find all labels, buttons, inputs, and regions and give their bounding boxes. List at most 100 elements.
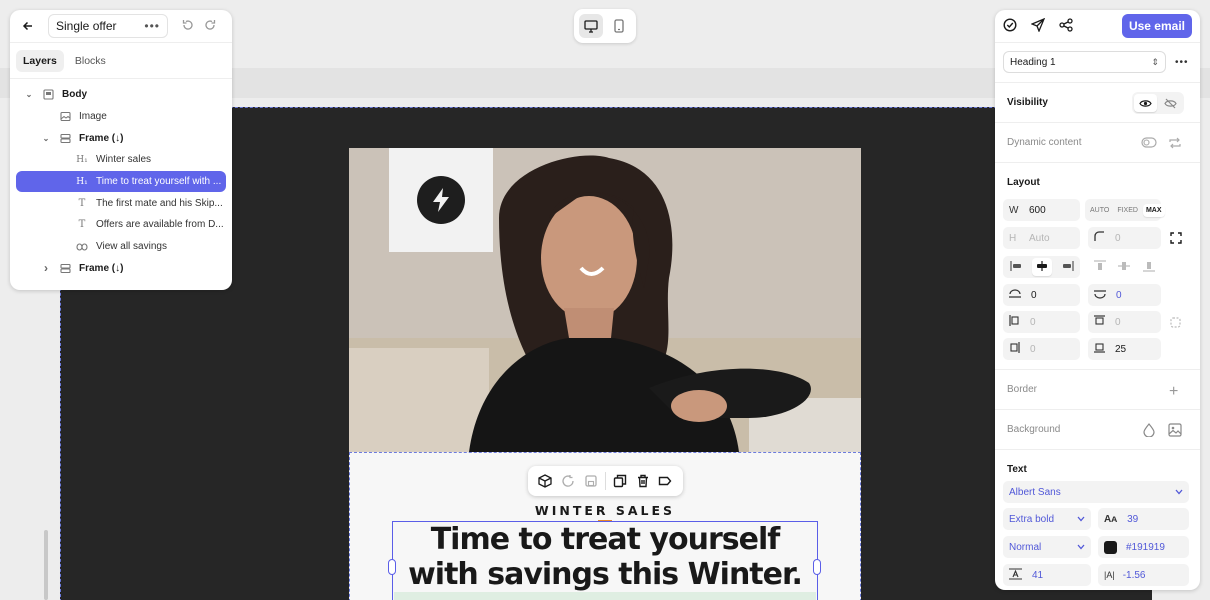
- width-value: 600: [1029, 204, 1046, 216]
- background-label: Background: [1007, 424, 1061, 435]
- width-field[interactable]: W 600: [1003, 199, 1080, 221]
- corner-radius-value: 0: [1115, 232, 1121, 244]
- corner-radius-field[interactable]: 0: [1088, 227, 1161, 249]
- margin-bottom-value: 25: [1115, 343, 1127, 355]
- margin-top-field[interactable]: 0: [1088, 311, 1161, 333]
- layer-label: Image: [79, 111, 107, 123]
- margin-left-value: 0: [1030, 316, 1036, 328]
- line-height-field[interactable]: 41: [1003, 564, 1091, 586]
- image-icon[interactable]: [1168, 423, 1182, 437]
- margin-right-field[interactable]: 0: [1003, 338, 1080, 360]
- margin-left-field[interactable]: 0: [1003, 311, 1080, 333]
- font-size-value: 39: [1127, 513, 1139, 525]
- font-family-select[interactable]: Albert Sans: [1003, 481, 1189, 503]
- refresh-icon[interactable]: [559, 472, 577, 490]
- font-style-select[interactable]: Normal: [1003, 536, 1091, 558]
- height-value: Auto: [1029, 232, 1050, 244]
- align-left-icon[interactable]: [1007, 258, 1027, 276]
- desktop-view-button[interactable]: [579, 14, 603, 38]
- undo-icon[interactable]: [182, 19, 194, 34]
- mobile-view-button[interactable]: [607, 14, 631, 38]
- gap-field[interactable]: 0: [1088, 284, 1161, 306]
- lightning-logo-icon: [417, 176, 465, 224]
- element-type-select[interactable]: Heading 1 ⇕: [1003, 51, 1166, 73]
- text-color-swatch[interactable]: [1104, 540, 1117, 554]
- back-button[interactable]: [16, 14, 40, 38]
- eyebrow-text[interactable]: WINTER SALES: [349, 503, 861, 518]
- layer-item[interactable]: H₁ Time to treat yourself with ...: [16, 170, 226, 193]
- layer-label: Frame (↓): [79, 262, 124, 274]
- add-border-icon[interactable]: +: [1169, 383, 1178, 401]
- eye-icon[interactable]: [1134, 94, 1157, 112]
- label-tag-icon[interactable]: [656, 472, 674, 490]
- resize-handle-right[interactable]: [813, 559, 821, 575]
- visibility-toggle: [1132, 92, 1184, 114]
- element-type-value: Heading 1: [1010, 56, 1056, 68]
- more-icon[interactable]: •••: [144, 19, 160, 33]
- tab-blocks[interactable]: Blocks: [68, 50, 113, 72]
- stack-icon: [59, 262, 71, 274]
- padding-top-value: 0: [1031, 289, 1037, 301]
- repeat-icon[interactable]: [1168, 136, 1182, 150]
- use-email-button[interactable]: Use email: [1121, 14, 1192, 38]
- layer-item[interactable]: H₁ Winter sales: [10, 149, 232, 171]
- align-right-icon[interactable]: [1057, 258, 1077, 276]
- cube-icon[interactable]: [536, 472, 554, 490]
- layer-item[interactable]: ⌄ Frame (↓): [10, 127, 232, 149]
- chevron-down-icon[interactable]: ⌄: [24, 90, 34, 99]
- height-field[interactable]: H Auto: [1003, 227, 1080, 249]
- width-mode-fixed[interactable]: FIXED: [1114, 204, 1141, 217]
- more-options-icon[interactable]: •••: [1175, 57, 1189, 68]
- duplicate-icon[interactable]: [611, 472, 629, 490]
- layer-item[interactable]: › Frame (↓): [10, 258, 232, 280]
- resize-handle-left[interactable]: [388, 559, 396, 575]
- save-icon[interactable]: [582, 472, 600, 490]
- font-size-field[interactable]: Aᴀ 39: [1098, 508, 1189, 530]
- letter-spacing-field[interactable]: |A| -1.56: [1098, 564, 1189, 586]
- send-icon[interactable]: [1030, 17, 1046, 35]
- font-weight-value: Extra bold: [1009, 513, 1055, 525]
- canvas-scrollbar[interactable]: [44, 530, 48, 600]
- align-middle-icon[interactable]: [1118, 260, 1131, 275]
- padding-top-icon: [1009, 288, 1021, 302]
- layer-label: The first mate and his Skip...: [96, 197, 223, 209]
- color-drop-icon[interactable]: [1143, 423, 1155, 437]
- share-icon[interactable]: [1059, 17, 1073, 35]
- layer-item[interactable]: View all savings: [10, 236, 232, 258]
- chevron-right-icon[interactable]: ›: [41, 261, 51, 275]
- layer-label: Body: [62, 89, 87, 101]
- padding-top-field[interactable]: 0: [1003, 284, 1080, 306]
- layer-item[interactable]: T The first mate and his Skip...: [10, 192, 232, 214]
- layer-item[interactable]: ⌄ Body: [10, 84, 232, 106]
- updown-chevron-icon: ⇕: [1151, 56, 1159, 67]
- layer-item[interactable]: Image: [10, 106, 232, 128]
- layers-panel-header: Single offer •••: [10, 10, 232, 43]
- heading-icon: H₁: [76, 176, 88, 187]
- text-color-field[interactable]: #191919: [1098, 536, 1189, 558]
- margin-bottom-field[interactable]: 25: [1088, 338, 1161, 360]
- chevron-down-icon[interactable]: ⌄: [41, 134, 51, 143]
- document-name: Single offer: [56, 19, 117, 33]
- width-mode-auto[interactable]: AUTO: [1087, 204, 1112, 217]
- email-heading[interactable]: Time to treat yourself with savings this…: [392, 522, 818, 592]
- trash-icon[interactable]: [634, 472, 652, 490]
- layer-label: Frame (↓): [79, 132, 124, 144]
- padding-expand-icon[interactable]: [1169, 316, 1182, 329]
- font-size-icon: Aᴀ: [1104, 513, 1118, 525]
- eye-off-icon[interactable]: [1159, 94, 1182, 112]
- hero-image[interactable]: [349, 148, 861, 452]
- align-top-icon[interactable]: [1094, 259, 1107, 275]
- width-mode-max[interactable]: MAX: [1142, 203, 1165, 217]
- align-bottom-icon[interactable]: [1142, 260, 1155, 275]
- check-circle-icon[interactable]: [1003, 17, 1017, 35]
- layer-label: Time to treat yourself with ...: [96, 176, 222, 188]
- toggle-switch-icon[interactable]: [1141, 137, 1157, 148]
- element-toolbar: [528, 466, 683, 496]
- layer-item[interactable]: T Offers are available from D...: [10, 214, 232, 236]
- document-name-field[interactable]: Single offer •••: [48, 14, 168, 38]
- redo-icon[interactable]: [204, 19, 216, 34]
- align-center-icon[interactable]: [1031, 258, 1052, 276]
- expand-corners-icon[interactable]: [1170, 232, 1182, 244]
- tab-layers[interactable]: Layers: [16, 49, 64, 72]
- font-weight-select[interactable]: Extra bold: [1003, 508, 1091, 530]
